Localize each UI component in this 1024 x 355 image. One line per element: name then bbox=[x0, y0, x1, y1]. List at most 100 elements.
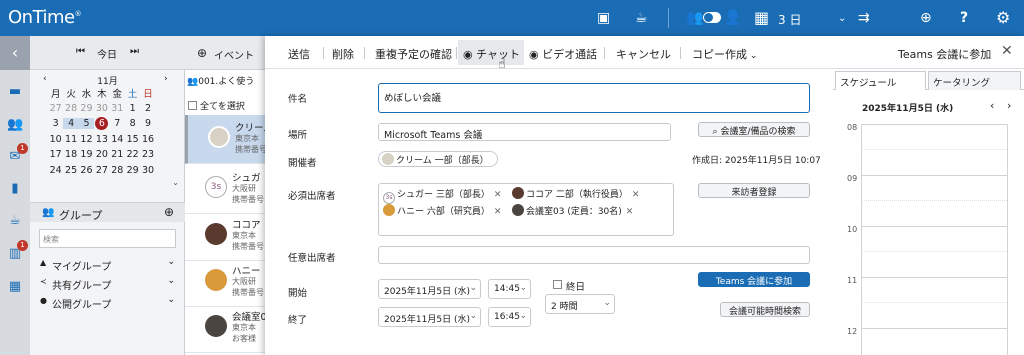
day-cell[interactable]: 28 bbox=[110, 165, 125, 176]
help-icon[interactable]: ? bbox=[960, 10, 968, 26]
list-item[interactable]: クリーム 東京本 携帯番号 bbox=[185, 115, 268, 164]
hour-row[interactable]: 10 bbox=[833, 225, 1024, 277]
filter-icon[interactable]: ⇉ bbox=[858, 10, 870, 26]
day-cell[interactable]: 16 bbox=[140, 134, 155, 145]
group-item-my[interactable]: ▲ マイグループ ⌄ bbox=[30, 255, 185, 274]
cancel-button[interactable]: キャンセル bbox=[616, 46, 671, 62]
video-call-button[interactable]: ◉ ビデオ通話 bbox=[529, 46, 597, 62]
day-cell[interactable]: 25 bbox=[63, 165, 78, 176]
people-rail-icon[interactable]: 👥 bbox=[7, 117, 23, 132]
day-cell[interactable]: 30 bbox=[94, 103, 109, 114]
list-item[interactable]: ハニー 大阪研 携帯番号 bbox=[185, 258, 265, 307]
remove-icon[interactable]: ✕ bbox=[494, 207, 502, 217]
group-search-input[interactable]: 検索 bbox=[39, 229, 176, 248]
day-cell[interactable]: 31 bbox=[110, 103, 125, 114]
next-day-icon[interactable]: › bbox=[1007, 99, 1011, 112]
prev-month-icon[interactable]: ‹ bbox=[43, 74, 47, 84]
app-logo[interactable]: OnTime® bbox=[8, 7, 82, 28]
group-item-shared[interactable]: ≺ 共有グループ ⌄ bbox=[30, 274, 185, 293]
prev-icon[interactable]: ⏮ bbox=[76, 46, 85, 57]
hour-row[interactable]: 12 bbox=[833, 327, 1024, 355]
all-day-checkbox[interactable] bbox=[553, 280, 562, 289]
day-cell[interactable]: 24 bbox=[48, 165, 63, 176]
day-cell[interactable]: 5 bbox=[78, 118, 95, 130]
day-cell[interactable]: 17 bbox=[48, 149, 63, 160]
send-button[interactable]: 送信 bbox=[288, 46, 310, 62]
copy-button[interactable]: コピー作成 ⌄ bbox=[692, 46, 757, 62]
day-cell[interactable]: 7 bbox=[110, 118, 125, 129]
attendee-chip[interactable]: ココア 二部（執行役員） ✕ bbox=[512, 187, 639, 202]
end-date-select[interactable]: 2025年11月5日 (水) ⌄ bbox=[378, 307, 481, 327]
calendar-rail-icon[interactable]: ▬ bbox=[7, 84, 23, 99]
day-cell[interactable]: 27 bbox=[48, 103, 63, 114]
location-input[interactable]: Microsoft Teams 会議 bbox=[378, 123, 671, 141]
next-icon[interactable]: ⏭ bbox=[130, 46, 139, 57]
guest-register-button[interactable]: 来訪者登録 bbox=[698, 183, 810, 198]
person-icon[interactable]: 👤 bbox=[724, 10, 741, 26]
chat-button[interactable]: ◉ チャット bbox=[458, 40, 524, 65]
day-cell[interactable]: 14 bbox=[110, 134, 125, 145]
day-cell[interactable]: 3 bbox=[48, 118, 63, 129]
optional-attendees-input[interactable] bbox=[378, 246, 810, 264]
day-cell[interactable]: 30 bbox=[140, 165, 155, 176]
remove-icon[interactable]: ✕ bbox=[632, 190, 640, 200]
join-teams-button[interactable]: Teams 会議に参加 bbox=[698, 272, 810, 287]
prev-day-icon[interactable]: ‹ bbox=[990, 99, 994, 112]
today-button[interactable]: 今日 bbox=[97, 46, 117, 61]
day-cell[interactable]: 21 bbox=[110, 149, 125, 160]
day-cell[interactable]: 15 bbox=[125, 134, 140, 145]
start-time-select[interactable]: 14:45 ⌄ bbox=[488, 279, 531, 299]
chevron-down-icon[interactable]: ⌄ bbox=[838, 13, 846, 24]
remove-icon[interactable]: ✕ bbox=[494, 190, 502, 200]
close-icon[interactable]: ✕ bbox=[1001, 43, 1013, 59]
teams-join-link[interactable]: Teams 会議に参加 bbox=[898, 46, 991, 62]
chevron-down-icon[interactable]: ⌄ bbox=[30, 178, 185, 187]
day-cell[interactable]: 22 bbox=[125, 149, 140, 160]
group-icon[interactable]: 👥 bbox=[686, 10, 703, 26]
day-cell[interactable]: 28 bbox=[63, 103, 78, 114]
organizer-chip[interactable]: クリーム 一部（部長） bbox=[378, 151, 498, 167]
attendee-chip[interactable]: 3s シュガー 三部（部長） ✕ bbox=[383, 187, 502, 204]
day-cell[interactable]: 11 bbox=[63, 134, 78, 145]
event-button[interactable]: イベント bbox=[214, 47, 254, 62]
list-item[interactable]: 会議室0 東京本 お客様 bbox=[185, 304, 265, 353]
hour-row[interactable]: 09 bbox=[833, 174, 1024, 226]
day-cell[interactable]: 12 bbox=[79, 134, 94, 145]
day-cell[interactable]: 19 bbox=[79, 149, 94, 160]
end-time-select[interactable]: 16:45 ⌄ bbox=[488, 307, 531, 327]
today-cell[interactable]: 6 bbox=[95, 117, 109, 131]
day-cell[interactable]: 1 bbox=[125, 103, 140, 114]
subject-input[interactable]: めぼしい会議 bbox=[378, 83, 810, 113]
add-group-icon[interactable]: ⊕ bbox=[164, 205, 174, 219]
group-item-public[interactable]: ● 公開グループ ⌄ bbox=[30, 293, 185, 312]
list-item[interactable]: ココア 東京本 携帯番号 bbox=[185, 212, 265, 261]
availability-search-button[interactable]: 会議可能時間検索 bbox=[720, 302, 810, 317]
duration-select[interactable]: 2 時間 ⌄ bbox=[545, 294, 615, 314]
select-all-checkbox[interactable] bbox=[188, 101, 197, 110]
coffee-rail-icon[interactable]: ☕ bbox=[7, 213, 23, 228]
chart-icon[interactable]: ▮ bbox=[7, 181, 23, 196]
calendar-icon[interactable]: ▦ bbox=[754, 8, 769, 27]
add-event-icon[interactable]: ⊕ bbox=[197, 46, 207, 60]
coffee-icon[interactable]: ☕ bbox=[635, 10, 648, 26]
day-cell[interactable]: 26 bbox=[79, 165, 94, 176]
day-cell[interactable]: 23 bbox=[140, 149, 155, 160]
view-toggle[interactable] bbox=[703, 12, 721, 23]
zoom-icon[interactable]: ⊕ bbox=[920, 10, 932, 26]
room-search-button[interactable]: ⌕ 会議室/備品の検索 bbox=[698, 122, 810, 137]
conflict-check-button[interactable]: 重複予定の確認 bbox=[375, 46, 452, 62]
day-cell[interactable]: 2 bbox=[140, 103, 155, 114]
next-month-icon[interactable]: › bbox=[164, 74, 168, 84]
day-cell[interactable]: 20 bbox=[94, 149, 109, 160]
contact-card-icon[interactable]: ▣ bbox=[597, 10, 610, 26]
day-cell[interactable]: 9 bbox=[140, 118, 155, 129]
day-cell[interactable]: 29 bbox=[125, 165, 140, 176]
list-item[interactable]: 3s シュガ 大阪研 携帯番号 bbox=[185, 165, 265, 214]
hour-row[interactable]: 08 bbox=[833, 123, 1024, 175]
day-cell[interactable]: 13 bbox=[94, 134, 109, 145]
select-all[interactable]: 全てを選択 bbox=[188, 99, 245, 112]
tab-catering[interactable]: ケータリング bbox=[928, 71, 1021, 90]
day-cell[interactable]: 18 bbox=[63, 149, 78, 160]
day-cell[interactable]: 27 bbox=[94, 165, 109, 176]
gear-icon[interactable]: ⚙ bbox=[996, 8, 1010, 27]
